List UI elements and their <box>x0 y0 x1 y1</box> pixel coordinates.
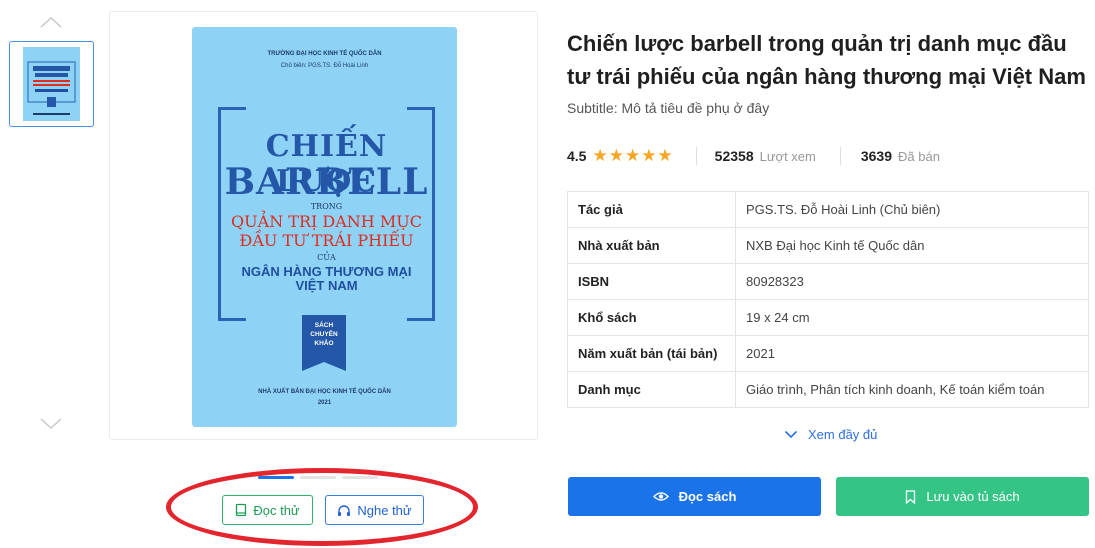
book-stats: 4.5 ★★★★★ 52358 Lượt xem 3639 Đã bán <box>567 146 940 166</box>
detail-key: Khổ sách <box>567 299 736 336</box>
cover-blue-line2: VIỆT NAM <box>295 278 358 293</box>
table-row: Khổ sách 19 x 24 cm <box>567 299 1089 336</box>
detail-key: Năm xuất bản (tái bản) <box>567 335 736 372</box>
cover-university: TRƯỜNG ĐẠI HỌC KINH TẾ QUỐC DÂN <box>267 51 382 57</box>
detail-value: 80928323 <box>735 263 1089 300</box>
ribbon-line3: KHẢO <box>314 340 334 347</box>
cover-red-line2: ĐẦU TƯ TRÁI PHIẾU <box>239 231 414 250</box>
detail-key: Tác giả <box>567 191 736 228</box>
views-label: Lượt xem <box>759 148 816 164</box>
sold-label: Đã bán <box>898 148 940 164</box>
thumbnail-image <box>23 47 80 121</box>
save-to-shelf-label: Lưu vào tủ sách <box>926 489 1020 504</box>
cover-publisher: NHÀ XUẤT BẢN ĐẠI HỌC KINH TẾ QUỐC DÂN <box>258 389 391 395</box>
detail-key: Nhà xuất bản <box>567 227 736 264</box>
cover-cua: CỦA <box>317 253 336 262</box>
sold-count: 3639 <box>860 148 893 164</box>
detail-value: PGS.TS. Đỗ Hoài Linh (Chủ biên) <box>735 191 1089 228</box>
detail-value: 2021 <box>735 335 1089 372</box>
table-row: ISBN 80928323 <box>567 263 1089 300</box>
table-row: Nhà xuất bản NXB Đại học Kinh tế Quốc dân <box>567 227 1089 264</box>
cover-blue-line1: NGÂN HÀNG THƯƠNG MẠI <box>241 264 412 279</box>
divider <box>695 147 697 165</box>
star-rating-icon: ★★★★★ <box>592 146 674 165</box>
views-count: 52358 <box>714 148 754 164</box>
ribbon-line2: CHUYÊN <box>310 331 338 338</box>
detail-value: NXB Đại học Kinh tế Quốc dân <box>735 227 1089 264</box>
book-subtitle: Subtitle: Mô tả tiêu đề phụ ở đây <box>567 100 770 116</box>
cover-trong: TRONG <box>310 202 343 211</box>
detail-value: 19 x 24 cm <box>735 299 1089 336</box>
cover-ribbon: SÁCH CHUYÊN KHẢO <box>302 315 346 371</box>
thumbnail-cover[interactable] <box>9 41 94 127</box>
detail-key: Danh mục <box>567 371 736 408</box>
thumbnail-scroll-down-icon[interactable] <box>38 416 64 432</box>
detail-value: Giáo trình, Phân tích kinh doanh, Kế toá… <box>735 371 1089 408</box>
book-cover: TRƯỜNG ĐẠI HỌC KINH TẾ QUỐC DÂN Chủ biên… <box>192 27 457 427</box>
highlight-annotation <box>166 468 478 546</box>
cover-red-line1: QUẢN TRỊ DANH MỤC <box>231 212 422 231</box>
detail-key: ISBN <box>567 263 736 300</box>
book-title: Chiến lược barbell trong quản trị danh m… <box>567 31 1086 89</box>
table-row: Danh mục Giáo trình, Phân tích kinh doanh… <box>567 371 1089 408</box>
book-details-table: Tác giả PGS.TS. Đỗ Hoài Linh (Chủ biên) N… <box>567 191 1089 408</box>
chevron-down-icon <box>784 430 798 439</box>
rating-value: 4.5 <box>567 148 587 164</box>
main-image-frame: TRƯỜNG ĐẠI HỌC KINH TẾ QUỐC DÂN Chủ biên… <box>109 11 538 440</box>
cover-title-line2: BARBELL <box>224 161 429 203</box>
save-to-shelf-button[interactable]: Lưu vào tủ sách <box>836 477 1089 516</box>
table-row: Tác giả PGS.TS. Đỗ Hoài Linh (Chủ biên) <box>567 191 1089 228</box>
thumbnail-scroll-up-icon[interactable] <box>38 14 64 30</box>
read-book-button[interactable]: Đọc sách <box>568 477 821 516</box>
bookmark-icon <box>906 489 916 504</box>
show-more-label: Xem đầy đủ <box>808 427 878 442</box>
read-book-label: Đọc sách <box>678 489 737 504</box>
ribbon-line1: SÁCH <box>314 322 334 329</box>
cover-year: 2021 <box>317 400 332 406</box>
cover-editor: Chủ biên: PGS.TS. Đỗ Hoài Linh <box>280 63 369 69</box>
show-more-link[interactable]: Xem đầy đủ <box>784 427 877 442</box>
divider <box>839 147 841 165</box>
table-row: Năm xuất bản (tái bản) 2021 <box>567 335 1089 372</box>
cover-frame: CHIẾN LƯỢC BARBELL TRONG QUẢN TRỊ DANH M… <box>218 107 435 321</box>
eye-icon <box>652 492 669 501</box>
